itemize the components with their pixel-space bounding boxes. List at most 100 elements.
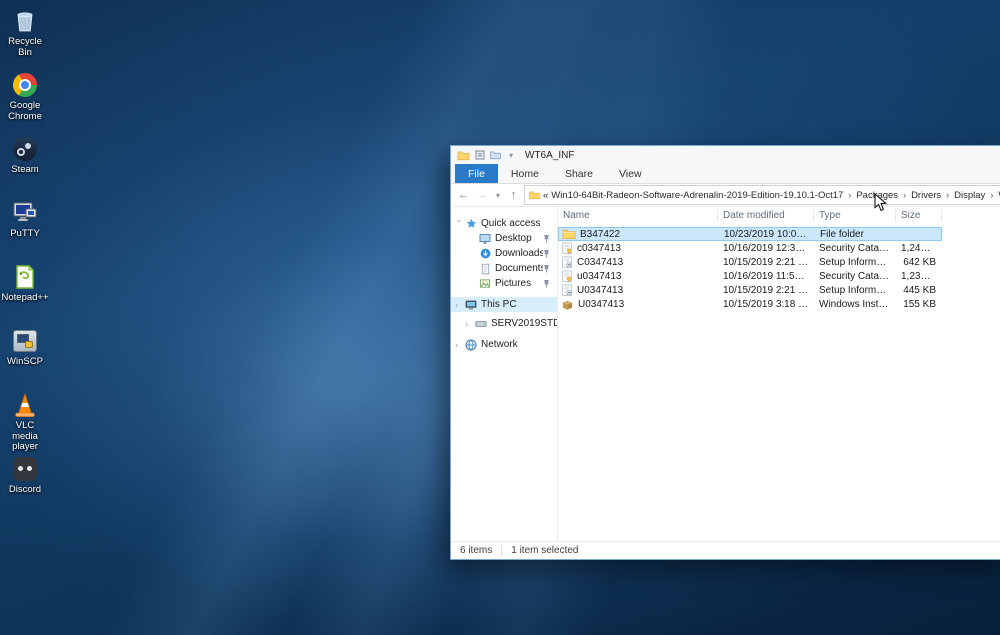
recent-locations-dropdown-icon[interactable]: ▾ bbox=[493, 191, 503, 200]
file-row-b347422[interactable]: B347422 10/23/2019 10:03 ... File folder bbox=[558, 227, 942, 241]
file-row-u0347413-inf[interactable]: U0347413 10/15/2019 2:21 PM Setup Inform… bbox=[558, 283, 942, 297]
desktop-icon-label: VLC media player bbox=[2, 421, 48, 453]
desktop-icon-label: Google Chrome bbox=[2, 101, 48, 122]
file-row-u0347413-msi[interactable]: U0347413 10/15/2019 3:18 PM Windows Inst… bbox=[558, 297, 942, 311]
file-name: B347422 bbox=[580, 229, 620, 240]
sidebar-item-label: Network bbox=[481, 339, 518, 350]
chevron-down-icon[interactable]: › bbox=[455, 219, 465, 228]
pin-icon bbox=[543, 264, 550, 273]
tab-file[interactable]: File bbox=[455, 164, 498, 183]
sidebar-item-network[interactable]: › Network bbox=[451, 337, 557, 352]
file-type: File folder bbox=[815, 229, 897, 240]
items-count: 6 items bbox=[460, 545, 492, 556]
sidebar-item-label: Desktop bbox=[495, 233, 532, 244]
file-size: 1,240 KB bbox=[896, 243, 942, 254]
breadcrumb-separator-icon: › bbox=[944, 190, 951, 200]
chevron-right-icon[interactable]: › bbox=[465, 319, 474, 329]
desktop-icon-label: PuTTY bbox=[10, 229, 40, 240]
desktop-icon-label: Notepad++ bbox=[2, 293, 49, 304]
chevron-right-icon[interactable]: › bbox=[455, 340, 464, 350]
qat-new-folder-icon[interactable] bbox=[490, 150, 501, 160]
sidebar-item-downloads[interactable]: Downloads bbox=[451, 246, 557, 261]
file-row-c0347413-cat[interactable]: c0347413 10/16/2019 12:32 ... Security C… bbox=[558, 241, 942, 255]
explorer-content: › Quick access Desktop bbox=[451, 207, 1000, 541]
file-date: 10/23/2019 10:03 ... bbox=[719, 229, 815, 240]
sidebar-item-label: Pictures bbox=[495, 278, 531, 289]
sidebar-item-label: Documents bbox=[495, 263, 543, 274]
sidebar-item-quick-access[interactable]: › Quick access bbox=[451, 216, 557, 231]
desktop-icon-label: WinSCP bbox=[7, 357, 43, 368]
tab-view[interactable]: View bbox=[606, 164, 655, 183]
file-type: Windows Installer ... bbox=[814, 299, 896, 310]
back-button[interactable]: ← bbox=[455, 189, 472, 201]
file-date: 10/16/2019 12:32 ... bbox=[718, 243, 814, 254]
desktop-icon-winscp[interactable]: WinSCP bbox=[2, 326, 48, 390]
file-type: Setup Information bbox=[814, 257, 896, 268]
file-row-c0347413-inf[interactable]: C0347413 10/15/2019 2:21 PM Setup Inform… bbox=[558, 255, 942, 269]
desktop-icon-putty[interactable]: PuTTY bbox=[2, 198, 48, 262]
desktop-icon-label: Steam bbox=[11, 165, 38, 176]
breadcrumb-segment[interactable]: Packages bbox=[856, 190, 898, 201]
file-name: U0347413 bbox=[577, 285, 623, 296]
desktop-icon-steam[interactable]: Steam bbox=[2, 134, 48, 198]
breadcrumb-separator-icon: › bbox=[901, 190, 908, 200]
pin-icon bbox=[543, 234, 550, 243]
desktop-icon-google-chrome[interactable]: Google Chrome bbox=[2, 70, 48, 134]
chrome-icon bbox=[10, 70, 40, 100]
putty-icon bbox=[10, 198, 40, 228]
qat-properties-icon[interactable] bbox=[475, 150, 485, 160]
desktop-icon-discord[interactable]: Discord bbox=[2, 454, 48, 518]
sidebar-item-this-pc[interactable]: › This PC bbox=[451, 297, 557, 312]
column-header-date-modified[interactable]: Date modified bbox=[718, 209, 814, 222]
tab-share[interactable]: Share bbox=[552, 164, 606, 183]
security-catalog-icon bbox=[561, 242, 573, 255]
breadcrumb-segment[interactable]: Display bbox=[954, 190, 985, 201]
window-folder-icon bbox=[457, 150, 470, 161]
breadcrumb-segment[interactable]: Drivers bbox=[911, 190, 941, 201]
breadcrumb-truncation[interactable]: « bbox=[543, 190, 548, 201]
sidebar-item-desktop[interactable]: Desktop bbox=[451, 231, 557, 246]
pin-icon bbox=[543, 279, 550, 288]
desktop-icon-vlc[interactable]: VLC media player bbox=[2, 390, 48, 454]
explorer-window: ▾ WT6A_INF File Home Share View ← → ▾ ↑ … bbox=[450, 145, 1000, 560]
desktop-icon-label: Recycle Bin bbox=[2, 37, 48, 58]
file-type: Setup Information bbox=[814, 285, 896, 296]
file-name: U0347413 bbox=[578, 299, 624, 310]
desktop-icon-recycle-bin[interactable]: Recycle Bin bbox=[2, 6, 48, 70]
sidebar-item-label: Downloads bbox=[495, 248, 543, 259]
ribbon-tab-bar: File Home Share View bbox=[451, 164, 1000, 184]
sidebar-item-pictures[interactable]: Pictures bbox=[451, 276, 557, 291]
up-button[interactable]: ↑ bbox=[505, 189, 522, 201]
qat-customize-dropdown-icon[interactable]: ▾ bbox=[506, 151, 516, 160]
address-bar[interactable]: « Win10-64Bit-Radeon-Software-Adrenalin-… bbox=[524, 185, 1000, 205]
title-bar[interactable]: ▾ WT6A_INF bbox=[451, 146, 1000, 164]
desktop-icon-label: Discord bbox=[9, 485, 41, 496]
breadcrumb-separator-icon: › bbox=[988, 190, 995, 200]
desktop-icon-notepad-plus-plus[interactable]: Notepad++ bbox=[2, 262, 48, 326]
breadcrumb-segment[interactable]: Win10-64Bit-Radeon-Software-Adrenalin-20… bbox=[551, 190, 843, 201]
column-header-name[interactable]: Name bbox=[558, 209, 718, 222]
setup-information-icon bbox=[561, 284, 573, 297]
this-pc-icon bbox=[464, 299, 478, 311]
notepad-plus-plus-icon bbox=[10, 262, 40, 292]
quick-access-star-icon bbox=[464, 218, 478, 229]
column-header-size[interactable]: Size bbox=[896, 209, 942, 222]
column-header-row: Name Date modified Type Size bbox=[558, 207, 1000, 224]
drive-icon bbox=[474, 318, 488, 330]
file-name: u0347413 bbox=[577, 271, 622, 282]
sidebar-item-documents[interactable]: Documents bbox=[451, 261, 557, 276]
tab-home[interactable]: Home bbox=[498, 164, 552, 183]
sidebar-item-label: SERV2019STD (D:) bbox=[491, 318, 557, 329]
breadcrumb-separator-icon: › bbox=[846, 190, 853, 200]
forward-button[interactable]: → bbox=[474, 189, 491, 201]
window-title: WT6A_INF bbox=[525, 150, 574, 161]
file-date: 10/15/2019 2:21 PM bbox=[718, 257, 814, 268]
sidebar-item-label: This PC bbox=[481, 299, 517, 310]
file-date: 10/16/2019 11:52 ... bbox=[718, 271, 814, 282]
column-header-type[interactable]: Type bbox=[814, 209, 896, 222]
pin-icon bbox=[543, 249, 550, 258]
sidebar-item-drive-d[interactable]: › SERV2019STD (D:) bbox=[451, 316, 557, 331]
status-bar: 6 items 1 item selected bbox=[451, 541, 1000, 559]
file-row-u0347413-cat[interactable]: u0347413 10/16/2019 11:52 ... Security C… bbox=[558, 269, 942, 283]
chevron-right-icon[interactable]: › bbox=[455, 300, 464, 310]
